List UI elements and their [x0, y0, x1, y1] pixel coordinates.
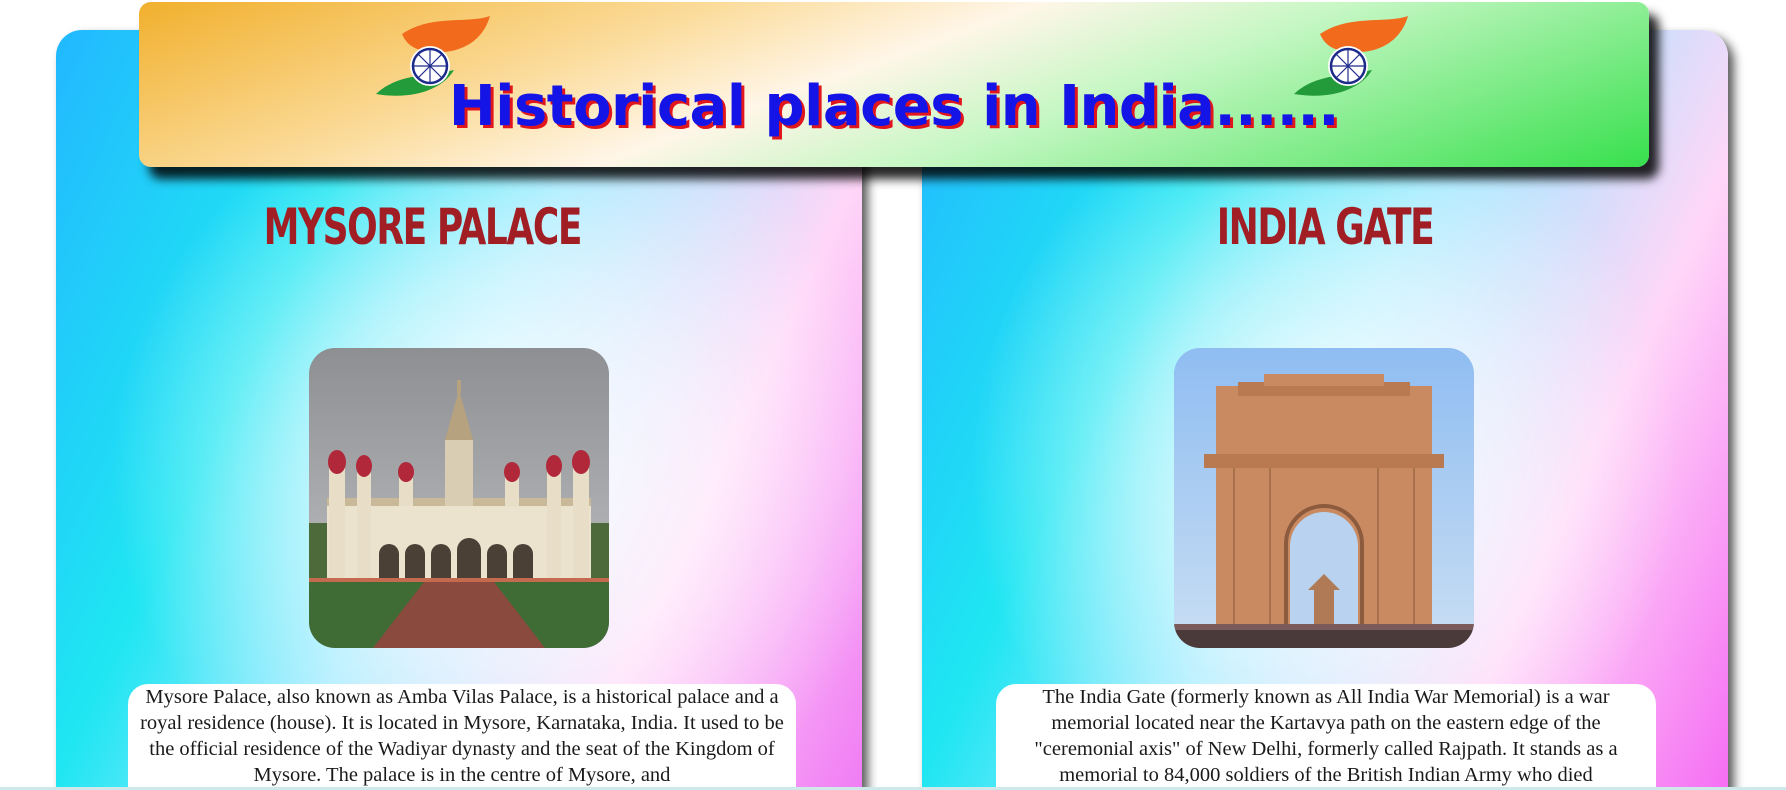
- india-gate-photo: [1174, 348, 1474, 648]
- page-header: Historical places in India......: [139, 2, 1649, 167]
- card-title: INDIA GATE: [1216, 198, 1435, 256]
- mysore-palace-photo: [309, 348, 609, 648]
- card-description: Mysore Palace, also known as Amba Vilas …: [128, 684, 796, 788]
- card-title: MYSORE PALACE: [263, 198, 583, 256]
- card-description: The India Gate (formerly known as All In…: [996, 684, 1656, 788]
- page-title: Historical places in India......: [448, 74, 1340, 139]
